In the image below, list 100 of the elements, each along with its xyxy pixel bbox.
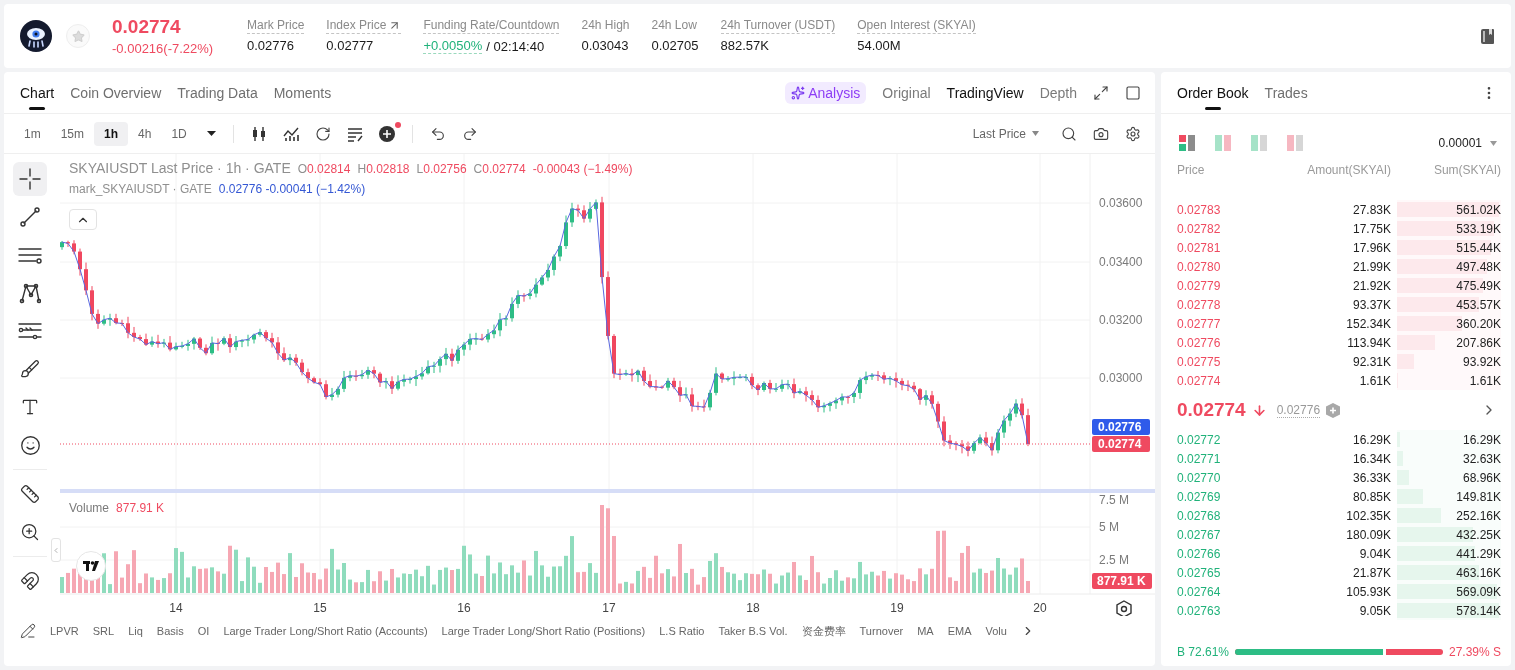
interval-button[interactable]: 15m [50, 121, 94, 146]
indicator-button[interactable]: Volu [985, 625, 1007, 637]
volume-value: 877.91 K [116, 501, 165, 515]
ohlc-value: 0.02814 [307, 162, 351, 176]
star-icon [71, 29, 85, 43]
collapse-legend-button[interactable] [69, 209, 97, 230]
window-button[interactable] [1125, 84, 1141, 101]
brush-icon [20, 359, 40, 379]
stat-label: 24h High [581, 18, 630, 34]
order-layout-icon [1179, 135, 1196, 151]
drawing-tool-button[interactable] [13, 162, 47, 196]
time-axis-label: 15 [313, 601, 327, 615]
indicator-button[interactable]: OI [197, 625, 210, 637]
chart-view-tab[interactable]: TradingView [946, 84, 1024, 101]
indicator-button[interactable]: LPVR [50, 625, 79, 637]
ohlc-value: 0.02818 [366, 162, 410, 176]
fullscreen-button[interactable] [1093, 84, 1109, 101]
interval-button[interactable]: 1h [94, 121, 129, 146]
settings-icon[interactable] [1116, 600, 1132, 616]
order-book-tab[interactable]: Order Book [1177, 72, 1249, 113]
interval-button[interactable]: 4h [128, 121, 162, 146]
arrow-down-icon [1251, 402, 1267, 418]
time-axis-label: 14 [169, 601, 183, 615]
magnet-icon [20, 571, 40, 591]
square-icon [1125, 84, 1141, 101]
volume-tag: 877.91 K [1092, 573, 1152, 589]
order-amount: 1.61K [1358, 373, 1391, 388]
indicator-button[interactable]: MA [917, 625, 934, 637]
order-price: 0.02772 [1177, 432, 1222, 447]
chart-view-tab[interactable]: Original [882, 84, 931, 101]
ohlc-label: C [473, 162, 483, 176]
indicator-button[interactable]: Large Trader Long/Short Ratio (Positions) [441, 625, 646, 637]
mark-price: 0.02776 [1276, 402, 1321, 418]
redo-icon [461, 125, 478, 142]
stat-value: 0.02776 [247, 38, 294, 53]
order-amount: 113.94K [1346, 335, 1391, 350]
chart-view-tab[interactable]: Depth [1039, 84, 1077, 101]
ohlc-label: O [297, 162, 308, 176]
last-price: 0.02774 [1177, 399, 1246, 421]
order-amount: 17.96K [1351, 240, 1391, 255]
order-amount: 21.87K [1351, 565, 1391, 580]
order-sum: 360.20K [1456, 316, 1501, 331]
volume-axis-label: 7.5 M [1099, 493, 1129, 507]
indicator-button[interactable]: Liq [128, 625, 143, 637]
order-price: 0.02763 [1177, 603, 1222, 618]
lock-drawings-button[interactable] [20, 623, 36, 639]
chart-tab[interactable]: Chart [20, 72, 55, 113]
indicator-button[interactable]: SRL [92, 625, 115, 637]
price-source-dropdown[interactable]: Last Price [972, 126, 1039, 141]
order-sum: 475.49K [1456, 278, 1501, 293]
chart-tab[interactable]: Coin Overview [70, 72, 162, 113]
order-sum: 432.25K [1456, 527, 1501, 542]
interval-button[interactable]: 1m [14, 121, 51, 146]
volume-axis-label: 5 M [1099, 520, 1119, 534]
stat-link[interactable]: Index Price [326, 18, 402, 34]
pattern-icon [19, 282, 41, 304]
order-amount: 36.33K [1351, 470, 1391, 485]
screenshot-button[interactable] [1093, 125, 1109, 142]
trend-line-icon [19, 206, 41, 228]
chart-tab[interactable]: Moments [273, 72, 332, 113]
sparkle-icon [791, 85, 806, 100]
camera-icon [1093, 125, 1109, 142]
column-header: Amount(SKYAI) [1306, 163, 1391, 177]
indicator-button[interactable]: Basis [156, 625, 184, 637]
side-collapse-handle[interactable] [51, 538, 61, 562]
order-price: 0.02781 [1177, 240, 1222, 255]
volume-label: Volume [69, 501, 110, 515]
layout-button[interactable] [1179, 135, 1196, 151]
ai-analysis-button[interactable]: Analysis [785, 81, 867, 104]
precision-dropdown[interactable]: 0.00001 [1438, 136, 1497, 150]
indicator-button[interactable]: Taker B.S Vol. [718, 625, 788, 637]
order-amount: 152.34K [1345, 316, 1391, 331]
guide-button[interactable] [1481, 28, 1495, 44]
chart-tab[interactable]: Trading Data [177, 72, 258, 113]
shield-icon [1326, 402, 1341, 418]
settings-icon [1125, 125, 1141, 142]
line-chart-icon [282, 125, 299, 142]
order-amount: 17.75K [1351, 221, 1391, 236]
crosshair-icon [19, 168, 41, 190]
indicator-button[interactable]: Turnover [859, 625, 904, 637]
indicator-button[interactable]: L.S Ratio [659, 625, 705, 637]
pencil-icon [20, 623, 36, 639]
order-sum: 453.57K [1456, 297, 1501, 312]
order-amount: 21.92K [1351, 278, 1391, 293]
indicator-button[interactable]: Large Trader Long/Short Ratio (Accounts) [223, 625, 428, 637]
price-axis-label: 0.03600 [1099, 196, 1143, 210]
interval-button[interactable]: 1D [161, 121, 197, 146]
volume-axis-label: 2.5 M [1099, 553, 1129, 567]
order-amount: 9.05K [1358, 603, 1391, 618]
undo-icon [429, 125, 446, 142]
price-axis-label: 0.03400 [1099, 255, 1143, 269]
sell-ratio: 27.39% S [1448, 645, 1501, 659]
order-price: 0.02777 [1177, 316, 1222, 331]
funding-countdown: / 02:14:40 [486, 38, 545, 54]
settings-button[interactable] [1125, 125, 1141, 142]
indicator-button[interactable]: 资金费率 [801, 623, 846, 639]
indicator-button[interactable]: EMA [947, 625, 972, 637]
order-price: 0.02767 [1177, 527, 1222, 542]
search-button[interactable] [1061, 125, 1077, 142]
order-book-tab[interactable]: Trades [1264, 72, 1308, 113]
